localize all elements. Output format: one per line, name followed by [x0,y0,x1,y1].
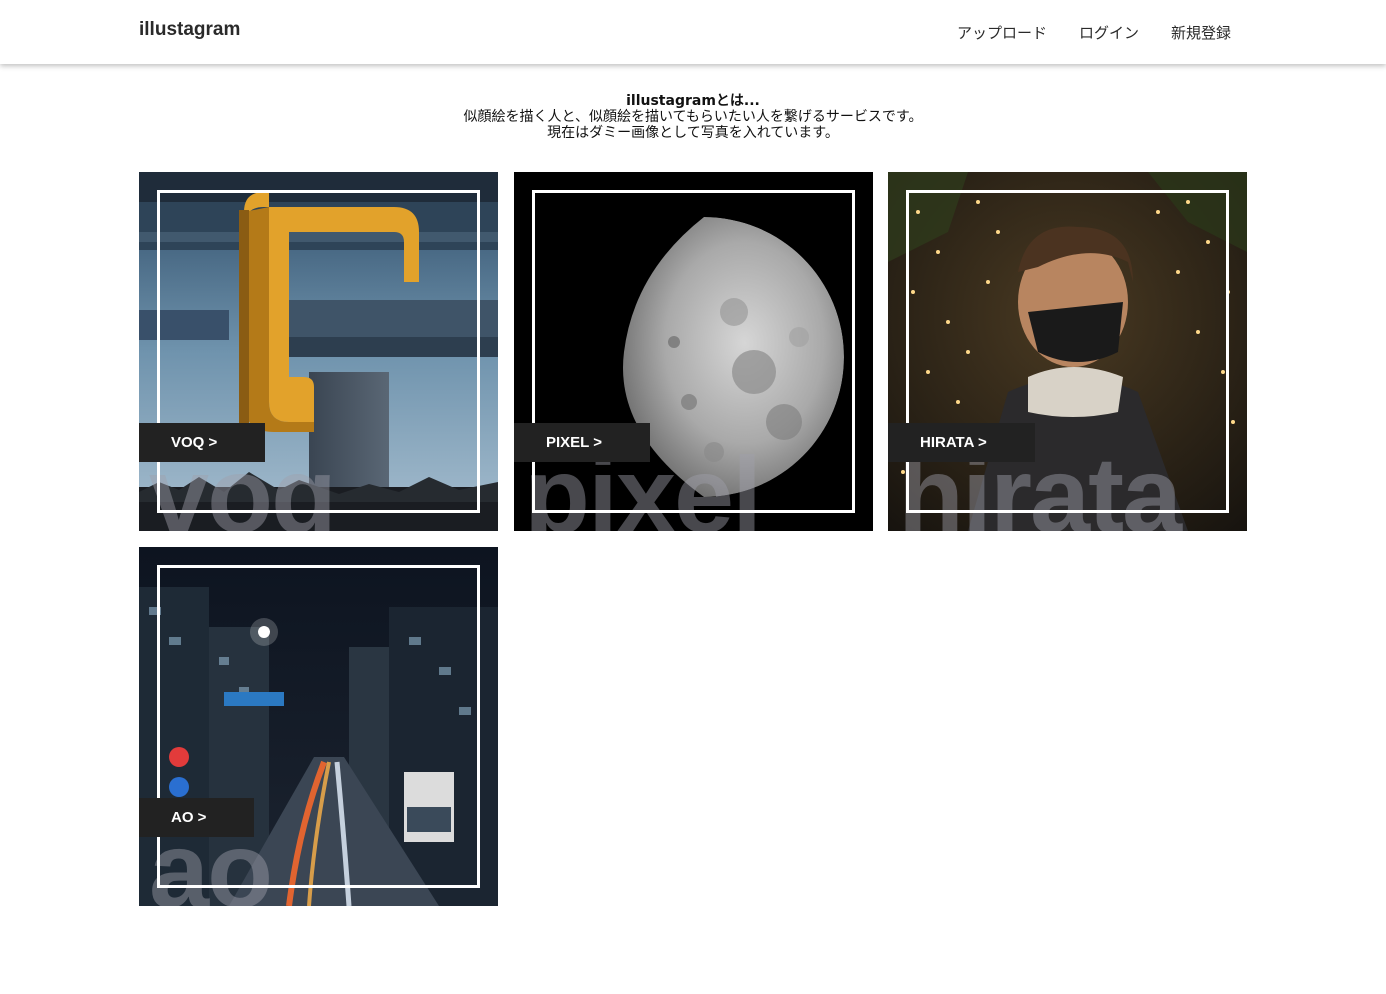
card-label[interactable]: HIRATA > [888,423,1035,462]
artist-card-ao[interactable]: ao AO > [139,547,498,906]
card-frame [157,190,480,513]
nav-upload-link[interactable]: アップロード [941,22,1063,43]
card-label[interactable]: AO > [139,798,255,837]
brand-logo[interactable]: illustagram [139,19,240,41]
navbar: illustagram アップロード ログイン 新規登録 [0,0,1386,64]
card-label[interactable]: VOQ > [139,423,266,462]
intro-description: 似顔絵を描く人と、似顔絵を描いてもらいたい人を繋げるサービスです。 [463,109,923,125]
card-frame [532,190,855,513]
card-frame [906,190,1229,513]
intro-section: illustagramとは... 似顔絵を描く人と、似顔絵を描いてもらいたい人を… [0,93,1386,141]
intro-note: 現在はダミー画像として写真を入れています。 [547,125,839,141]
artist-card-hirata[interactable]: hirata HIRATA > [888,172,1247,531]
artist-card-voq[interactable]: voq VOQ > [139,172,498,531]
card-frame [157,565,480,888]
nav-login-link[interactable]: ログイン [1063,22,1155,43]
intro-title: illustagramとは... [626,93,760,109]
artist-card-pixel[interactable]: pixel PIXEL > [514,172,873,531]
nav-menu: アップロード ログイン 新規登録 [941,0,1247,64]
nav-signup-link[interactable]: 新規登録 [1155,22,1247,43]
card-label[interactable]: PIXEL > [514,423,651,462]
